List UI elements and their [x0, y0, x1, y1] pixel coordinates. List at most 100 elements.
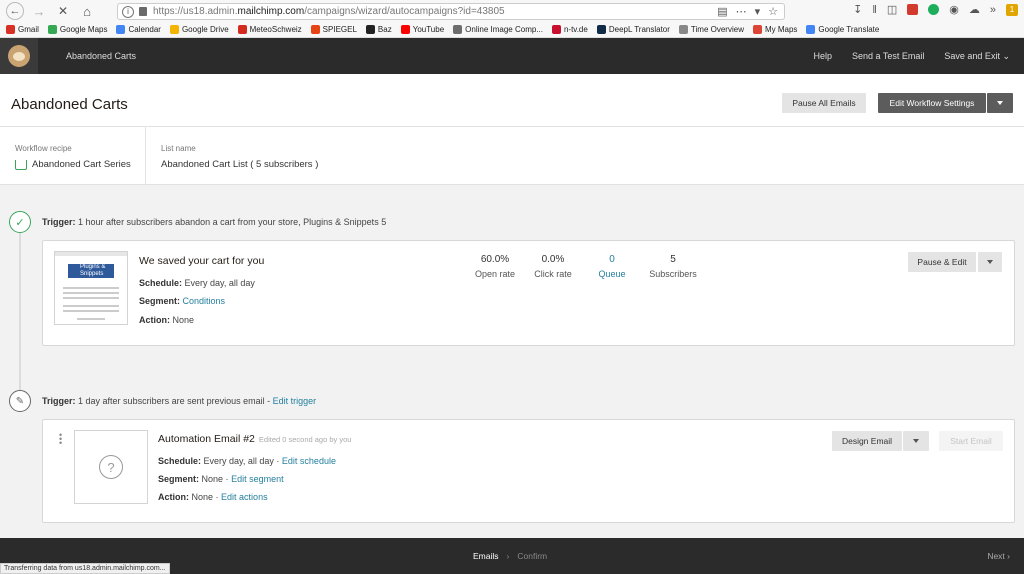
bookmark-label: MeteoSchweiz: [249, 25, 302, 34]
send-test-email-link[interactable]: Send a Test Email: [852, 51, 924, 62]
question-icon: ?: [99, 455, 123, 479]
email-2-dropdown-button[interactable]: [903, 431, 929, 451]
page-actions-icon[interactable]: ⋯: [736, 5, 747, 18]
extension-icon[interactable]: [907, 4, 919, 15]
workflow-recipe-label: Workflow recipe: [15, 144, 72, 153]
bookmark-label: DeepL Translator: [608, 25, 670, 34]
pause-all-emails-button[interactable]: Pause All Emails: [782, 93, 866, 113]
email-2-action: Action: None · Edit actions: [158, 492, 268, 502]
email-card-1: Plugins & Snippets We saved your cart fo…: [42, 240, 1015, 346]
next-button[interactable]: Next ›: [987, 551, 1010, 561]
pause-edit-button[interactable]: Pause & Edit: [908, 252, 976, 272]
bookmark-label: My Maps: [764, 25, 798, 34]
bookmark-favicon-icon: [678, 25, 688, 34]
edit-trigger-link[interactable]: Edit trigger: [273, 396, 317, 406]
chevron-down-icon: [913, 439, 919, 443]
cart-icon: [15, 159, 27, 170]
bookmark-item[interactable]: Google Maps: [47, 25, 108, 34]
bookmark-label: Calendar: [128, 25, 161, 34]
workflow-dropdown-button[interactable]: [987, 93, 1013, 113]
step-emails[interactable]: Emails: [473, 551, 499, 561]
pencil-icon[interactable]: ✎: [9, 390, 31, 412]
bookmark-favicon-icon: [116, 25, 126, 34]
cloud-icon[interactable]: ☁: [969, 3, 980, 16]
mailchimp-logo-icon[interactable]: [0, 38, 38, 74]
bookmark-label: Google Maps: [59, 25, 108, 34]
bookmark-label: n-tv.de: [563, 25, 588, 34]
bookmark-item[interactable]: Baz: [365, 25, 392, 34]
header-title: Abandoned Carts: [66, 51, 137, 61]
bookmark-item[interactable]: Time Overview: [678, 25, 744, 34]
bookmark-item[interactable]: Gmail: [6, 25, 39, 34]
bookmark-item[interactable]: SPIEGEL: [310, 25, 357, 34]
edit-schedule-link[interactable]: Edit schedule: [282, 456, 336, 466]
title-bar: Abandoned Carts Pause All Emails Edit Wo…: [0, 74, 1024, 127]
bookmark-favicon-icon: [237, 25, 247, 34]
email-1-title[interactable]: We saved your cart for you: [139, 255, 264, 267]
stat-open-rate: 60.0% Open rate: [474, 254, 516, 279]
bookmark-star-icon[interactable]: ☆: [768, 5, 778, 18]
bookmark-item[interactable]: MeteoSchweiz: [237, 25, 302, 34]
save-and-exit-link[interactable]: Save and Exit ⌄: [944, 51, 1010, 62]
email-1-schedule: Schedule: Every day, all day: [139, 278, 255, 288]
email-2-title[interactable]: Automation Email #2 Edited 0 second ago b…: [158, 433, 351, 445]
bookmark-favicon-icon: [453, 25, 463, 34]
reader-view-icon[interactable]: ▤: [717, 5, 727, 18]
url-bar[interactable]: i https://us18.admin.mailchimp.com/campa…: [117, 3, 785, 20]
bookmark-favicon-icon: [169, 25, 179, 34]
bookmark-item[interactable]: DeepL Translator: [596, 25, 670, 34]
design-email-button[interactable]: Design Email: [832, 431, 902, 451]
drag-handle-icon[interactable]: • • •: [59, 431, 63, 448]
bookmark-item[interactable]: n-tv.de: [551, 25, 588, 34]
url-text[interactable]: https://us18.admin.mailchimp.com/campaig…: [153, 6, 505, 17]
edit-segment-link[interactable]: Edit segment: [231, 474, 284, 484]
bookmark-item[interactable]: Calendar: [116, 25, 161, 34]
email-1-dropdown-button[interactable]: [978, 252, 1002, 272]
email-thumbnail[interactable]: Plugins & Snippets: [54, 251, 128, 325]
bookmark-label: Online Image Comp...: [465, 25, 543, 34]
bookmark-item[interactable]: Google Translate: [806, 25, 879, 34]
bookmark-item[interactable]: My Maps: [752, 25, 798, 34]
pocket-icon[interactable]: ▾: [755, 5, 761, 18]
bookmark-item[interactable]: Google Drive: [169, 25, 229, 34]
grammarly-icon[interactable]: [928, 4, 940, 15]
back-arrow-icon[interactable]: ←: [6, 2, 24, 20]
help-link[interactable]: Help: [814, 51, 833, 62]
menu-badge-icon[interactable]: 1: [1006, 3, 1018, 16]
bookmark-item[interactable]: Online Image Comp...: [453, 25, 543, 34]
step-confirm[interactable]: Confirm: [517, 551, 547, 561]
email-1-segment: Segment: Conditions: [139, 296, 226, 306]
edit-workflow-settings-button[interactable]: Edit Workflow Settings: [878, 93, 986, 113]
info-icon[interactable]: i: [122, 5, 134, 18]
conditions-link[interactable]: Conditions: [183, 296, 226, 306]
chevron-right-icon: ›: [506, 551, 510, 561]
sidebar-icon[interactable]: ◫: [887, 3, 897, 16]
trigger-1: Trigger: 1 hour after subscribers abando…: [42, 217, 387, 227]
thumbnail-logo: Plugins & Snippets: [68, 264, 114, 278]
forward-arrow-icon[interactable]: →: [30, 2, 48, 20]
list-name-value: Abandoned Cart List ( 5 subscribers ): [161, 159, 319, 170]
email-card-2: • • • ? Automation Email #2 Edited 0 second…: [42, 419, 1015, 523]
status-tooltip: Transferring data from us18.admin.mailch…: [0, 563, 170, 574]
edited-note: Edited 0 second ago by you: [258, 435, 352, 444]
overflow-icon[interactable]: »: [990, 4, 996, 16]
bookmark-favicon-icon: [310, 25, 320, 34]
start-email-button[interactable]: Start Email: [939, 431, 1003, 451]
edit-actions-link[interactable]: Edit actions: [221, 492, 268, 502]
download-icon[interactable]: ↧: [853, 3, 862, 16]
bookmark-item[interactable]: YouTube: [400, 25, 444, 34]
library-icon[interactable]: ‖: [872, 4, 877, 16]
page-title: Abandoned Carts: [11, 96, 128, 113]
email-1-action: Action: None: [139, 315, 195, 325]
stat-queue[interactable]: 0 Queue: [582, 254, 642, 279]
home-icon[interactable]: ⌂: [78, 2, 96, 20]
list-name-label: List name: [161, 144, 196, 153]
app-header: Abandoned Carts Help Send a Test Email S…: [0, 38, 1024, 74]
puzzle-icon[interactable]: ◉: [949, 3, 959, 16]
bookmark-favicon-icon: [47, 25, 57, 34]
email-placeholder-thumbnail[interactable]: ?: [74, 430, 148, 504]
timeline-line: [19, 232, 21, 390]
bookmark-label: Baz: [377, 25, 392, 34]
bookmark-favicon-icon: [752, 25, 762, 34]
stop-loading-icon[interactable]: ✕: [54, 2, 72, 20]
